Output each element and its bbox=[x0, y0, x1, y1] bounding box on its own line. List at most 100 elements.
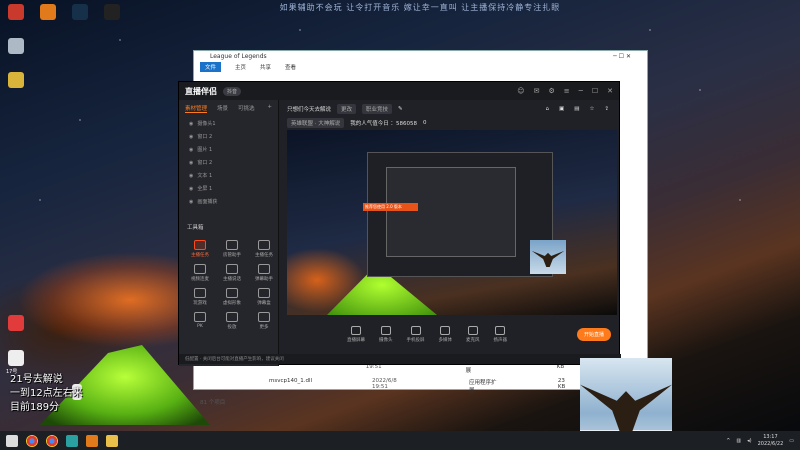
tool-button[interactable]: 玩游戏 bbox=[185, 288, 215, 306]
tool-button[interactable]: 房管助手 bbox=[217, 240, 247, 258]
eye-icon[interactable]: ◉ bbox=[189, 173, 193, 179]
streaming-app-window[interactable]: 直播伴侣 抖音 ☺ ✉ ⚙ ≡ ─ ☐ ✕ 素材管理 场景 可挑选 + ◉ 摄像头… bbox=[178, 81, 621, 366]
screen-source-button[interactable]: 直播屏幕 bbox=[347, 325, 365, 343]
media-source-button[interactable]: 多媒体 bbox=[439, 325, 452, 343]
notification-icon[interactable]: ▭ bbox=[789, 438, 794, 444]
tool-button[interactable]: 更多 bbox=[249, 312, 279, 330]
chrome-icon[interactable] bbox=[26, 434, 38, 447]
tool-button[interactable]: 弹幕盒 bbox=[249, 288, 279, 306]
scene-item[interactable]: ◉ 文本 1 bbox=[179, 169, 278, 182]
chrome-icon-2[interactable] bbox=[46, 434, 58, 447]
file-icon[interactable] bbox=[8, 350, 24, 366]
explorer-titlebar[interactable]: League of Legends ─ ☐ ✕ bbox=[194, 51, 647, 62]
share-icon[interactable]: ⇪ bbox=[604, 106, 609, 112]
scene-label: 窗口 2 bbox=[197, 160, 213, 166]
star-icon[interactable]: ☆ bbox=[589, 106, 594, 112]
eye-icon[interactable]: ◉ bbox=[189, 147, 193, 153]
tool-label: PK bbox=[197, 324, 203, 329]
menu-home[interactable]: 主页 bbox=[235, 63, 246, 71]
tool-button[interactable]: PK bbox=[185, 312, 215, 330]
steam-icon[interactable] bbox=[72, 4, 88, 20]
scene-item[interactable]: ◉ 窗口 2 bbox=[179, 130, 278, 143]
stream-info: 只想们今天去解说 更改 职业竞技 ✎ ⌂ ▣ ▤ ☆ ⇪ 英雄联盟 · 大神解说… bbox=[287, 104, 609, 128]
bb-label: 手机投屏 bbox=[406, 337, 425, 343]
menu-share[interactable]: 共享 bbox=[260, 63, 271, 71]
mic-button[interactable]: 麦克风 bbox=[466, 325, 480, 343]
desktop-icon-2[interactable] bbox=[40, 4, 56, 20]
app-icon-2[interactable] bbox=[86, 434, 98, 447]
recycle-bin-icon[interactable] bbox=[8, 38, 24, 54]
tool-button[interactable]: 弹幕助手 bbox=[249, 264, 279, 282]
volume-icon[interactable]: ◂) bbox=[747, 438, 751, 444]
maximize-icon[interactable]: ☐ bbox=[592, 87, 598, 95]
network-icon[interactable]: ▥ bbox=[736, 438, 741, 444]
camera-source-button[interactable]: 摄像头 bbox=[379, 325, 393, 343]
eye-icon[interactable]: ◉ bbox=[189, 160, 193, 166]
edit-icon[interactable]: ✎ bbox=[398, 106, 403, 112]
minimize-icon[interactable]: ─ bbox=[579, 87, 583, 95]
version-badge[interactable]: 抖音 bbox=[223, 86, 242, 96]
chart-icon[interactable]: ▤ bbox=[574, 106, 579, 112]
mail-icon[interactable]: ✉ bbox=[534, 87, 540, 95]
tray-arrow-icon[interactable]: ^ bbox=[726, 438, 730, 444]
tool-button[interactable]: 投放 bbox=[217, 312, 247, 330]
edit-title-button[interactable]: 更改 bbox=[337, 104, 357, 114]
eye-icon[interactable]: ◉ bbox=[189, 199, 193, 205]
clock-time: 13:17 bbox=[763, 433, 778, 440]
bb-label: 麦克风 bbox=[466, 337, 480, 343]
tool-button[interactable]: 主播说话 bbox=[217, 264, 247, 282]
close-icon[interactable]: ✕ bbox=[607, 87, 613, 95]
avatar-icon[interactable]: ☺ bbox=[517, 87, 524, 95]
tab-materials[interactable]: 素材管理 bbox=[185, 104, 208, 113]
menu-view[interactable]: 查看 bbox=[285, 63, 296, 71]
tool-icon bbox=[226, 240, 238, 250]
tab-scenes[interactable]: 场景 bbox=[217, 104, 228, 113]
desktop-icon-3[interactable] bbox=[8, 72, 24, 88]
settings-icon[interactable]: ⚙ bbox=[548, 87, 554, 95]
scene-label: 窗口 2 bbox=[197, 134, 213, 140]
scene-item[interactable]: ◉ 窗口 2 bbox=[179, 156, 278, 169]
file-size: 23 KB bbox=[557, 378, 566, 390]
desktop-icon-1[interactable] bbox=[8, 4, 24, 20]
scene-item[interactable]: ◉ 全屏 1 bbox=[179, 182, 278, 195]
menu-file[interactable]: 文件 bbox=[200, 62, 222, 72]
start-icon[interactable] bbox=[6, 434, 18, 447]
eye-icon[interactable]: ◉ bbox=[189, 121, 193, 127]
tool-button[interactable]: 主播任务 bbox=[185, 240, 215, 258]
clock[interactable]: 13:17 2022/6/22 bbox=[758, 434, 784, 448]
scene-item[interactable]: ◉ 图片 1 bbox=[179, 143, 278, 156]
left-tabs: 素材管理 场景 可挑选 + bbox=[179, 100, 278, 117]
top-right-tools: ⌂ ▣ ▤ ☆ ⇪ bbox=[546, 106, 609, 112]
menu-icon[interactable]: ≡ bbox=[564, 87, 570, 95]
likes-count: 0 bbox=[423, 120, 427, 126]
toolbox-title: 工具箱 bbox=[187, 225, 204, 231]
tool-button[interactable]: 主播任务 bbox=[249, 240, 279, 258]
app-logo: 直播伴侣 bbox=[185, 86, 217, 96]
gift-icon[interactable]: ⌂ bbox=[546, 106, 550, 112]
scene-item[interactable]: ◉ 摄像头1 bbox=[179, 117, 278, 130]
app-icon[interactable] bbox=[66, 434, 78, 447]
app-titlebar[interactable]: 直播伴侣 抖音 ☺ ✉ ⚙ ≡ ─ ☐ ✕ bbox=[179, 82, 619, 100]
explorer-window-controls[interactable]: ─ ☐ ✕ bbox=[613, 53, 631, 60]
game-category[interactable]: 英雄联盟 · 大神解说 bbox=[287, 118, 345, 128]
stream-preview[interactable]: 推荐您使用 2.0 版本 bbox=[287, 130, 617, 315]
eye-icon[interactable]: ◉ bbox=[189, 186, 193, 192]
speaker-button[interactable]: 扬声器 bbox=[493, 325, 508, 343]
go-live-button[interactable]: 开始直播 bbox=[576, 327, 611, 341]
folder-icon[interactable] bbox=[106, 434, 118, 447]
upgrade-alert[interactable]: 推荐您使用 2.0 版本 bbox=[363, 203, 418, 211]
qq-icon[interactable] bbox=[104, 4, 120, 20]
bb-label: 扬声器 bbox=[493, 337, 508, 343]
category-chip[interactable]: 职业竞技 bbox=[362, 104, 393, 114]
desktop-icon-4[interactable] bbox=[8, 315, 24, 331]
tool-button[interactable]: 视频连麦 bbox=[185, 264, 215, 282]
eye-icon[interactable]: ◉ bbox=[189, 134, 193, 140]
nested-app-preview: 推荐您使用 2.0 版本 bbox=[363, 152, 553, 277]
tool-button[interactable]: 虚拟形象 bbox=[217, 288, 247, 306]
tab-select[interactable]: 可挑选 bbox=[238, 104, 255, 113]
phone-source-button[interactable]: 手机投屏 bbox=[406, 325, 425, 343]
add-scene-icon[interactable]: + bbox=[267, 104, 272, 113]
bag-icon[interactable]: ▣ bbox=[559, 106, 564, 112]
scene-item[interactable]: ◉ 画面捕获 bbox=[179, 195, 278, 208]
tool-label: 主播说话 bbox=[223, 277, 241, 282]
